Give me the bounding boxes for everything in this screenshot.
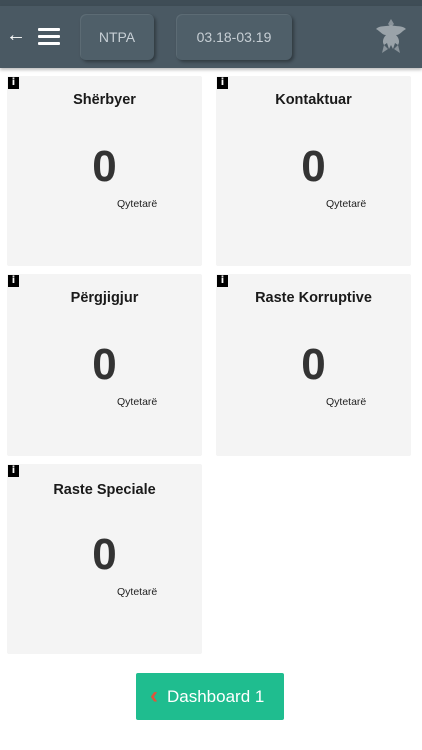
dashboard-cards: i Shërbyer 0 Qytetarë i Kontaktuar 0 Qyt… <box>0 0 422 750</box>
card-kontaktuar: i Kontaktuar 0 Qytetarë <box>216 76 411 266</box>
card-value: 0 <box>92 142 117 191</box>
card-sherbyer: i Shërbyer 0 Qytetarë <box>7 76 202 266</box>
card-title: Shërbyer <box>73 92 136 108</box>
info-icon[interactable]: i <box>217 77 228 89</box>
info-icon[interactable]: i <box>8 275 19 287</box>
card-value: 0 <box>92 530 117 579</box>
card-title: Kontaktuar <box>275 92 352 108</box>
card-unit: Qytetarë <box>326 198 367 210</box>
card-raste-speciale: i Raste Speciale 0 Qytetarë <box>7 464 202 654</box>
card-value: 0 <box>301 340 326 389</box>
card-unit: Qytetarë <box>117 396 158 408</box>
card-unit: Qytetarë <box>117 586 158 598</box>
card-raste-korruptive: i Raste Korruptive 0 Qytetarë <box>216 274 411 456</box>
card-title: Raste Korruptive <box>255 290 372 306</box>
card-value: 0 <box>301 142 326 191</box>
card-title: Përgjigjur <box>70 290 139 306</box>
card-unit: Qytetarë <box>326 396 367 408</box>
info-icon[interactable]: i <box>8 465 19 477</box>
info-icon[interactable]: i <box>8 77 19 89</box>
info-icon[interactable]: i <box>217 275 228 287</box>
card-value: 0 <box>92 340 117 389</box>
dashboard-1-button[interactable]: ‹ Dashboard 1 <box>136 673 284 720</box>
dashboard-button-label: Dashboard 1 <box>167 687 265 706</box>
chevron-left-icon: ‹ <box>150 682 158 709</box>
card-title: Raste Speciale <box>53 482 156 498</box>
card-pergjigjur: i Përgjigjur 0 Qytetarë <box>7 274 202 456</box>
card-unit: Qytetarë <box>117 198 158 210</box>
